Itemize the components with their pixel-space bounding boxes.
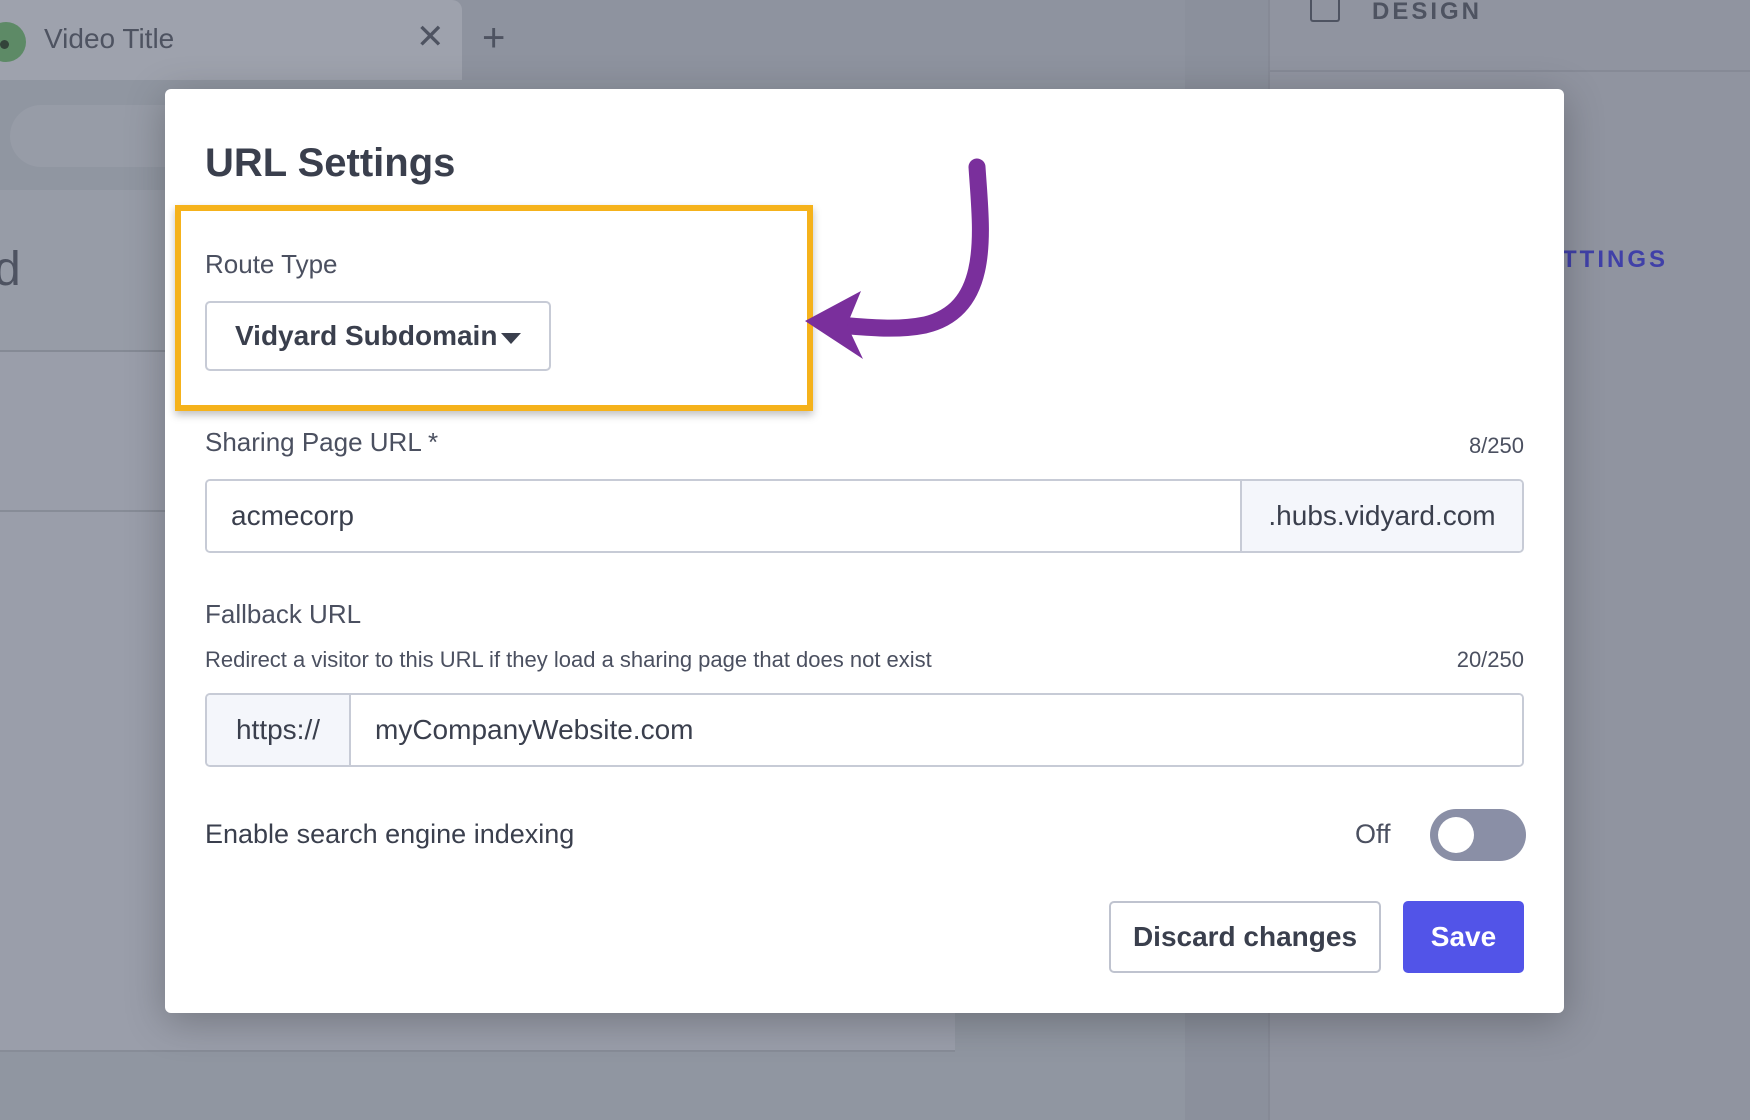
fallback-url-field: https:// bbox=[205, 693, 1524, 767]
tab-video-title[interactable]: Video Title ✕ bbox=[0, 0, 462, 80]
indexing-state: Off bbox=[1355, 819, 1391, 849]
modal-title: URL Settings bbox=[205, 141, 456, 185]
toggle-knob bbox=[1438, 817, 1474, 853]
fallback-url-input[interactable] bbox=[351, 695, 1522, 765]
sharing-url-suffix: .hubs.vidyard.com bbox=[1240, 481, 1522, 551]
design-tab-label: DESIGN bbox=[1372, 0, 1483, 25]
sharing-url-input[interactable] bbox=[207, 481, 1240, 551]
fallback-url-label: Fallback URL bbox=[205, 599, 362, 629]
sharing-url-char-count: 8/250 bbox=[1468, 433, 1524, 458]
sharing-url-field: .hubs.vidyard.com bbox=[205, 479, 1524, 553]
indexing-toggle[interactable] bbox=[1430, 809, 1526, 861]
fallback-url-char-count: 20/250 bbox=[1456, 647, 1524, 672]
caret-down-icon bbox=[501, 333, 521, 344]
fallback-url-description: Redirect a visitor to this URL if they l… bbox=[205, 647, 932, 672]
close-icon[interactable]: ✕ bbox=[416, 20, 445, 54]
vidyard-logo-icon bbox=[0, 22, 26, 62]
discard-changes-button[interactable]: Discard changes bbox=[1109, 901, 1381, 973]
tab-title: Video Title bbox=[44, 23, 175, 54]
tab-bar: Video Title ✕ + bbox=[0, 0, 1185, 80]
route-type-label: Route Type bbox=[205, 249, 338, 279]
sharing-url-label: Sharing Page URL * bbox=[205, 427, 439, 457]
url-settings-modal: URL Settings Route Type Vidyard Subdomai… bbox=[165, 89, 1564, 1013]
divider bbox=[0, 510, 170, 512]
add-tab-icon[interactable]: + bbox=[482, 18, 505, 58]
divider bbox=[1270, 70, 1750, 72]
indexing-label: Enable search engine indexing bbox=[205, 819, 575, 849]
route-type-select[interactable]: Vidyard Subdomain bbox=[205, 301, 551, 371]
fallback-url-prefix: https:// bbox=[207, 695, 351, 765]
content-card-header bbox=[0, 190, 170, 352]
route-type-value: Vidyard Subdomain bbox=[235, 320, 498, 351]
settings-tab-label: TTINGS bbox=[1562, 246, 1668, 273]
partial-heading: d bbox=[0, 243, 21, 296]
design-icon bbox=[1310, 0, 1340, 22]
annotation-arrow-icon bbox=[805, 158, 989, 359]
save-button[interactable]: Save bbox=[1403, 901, 1524, 973]
